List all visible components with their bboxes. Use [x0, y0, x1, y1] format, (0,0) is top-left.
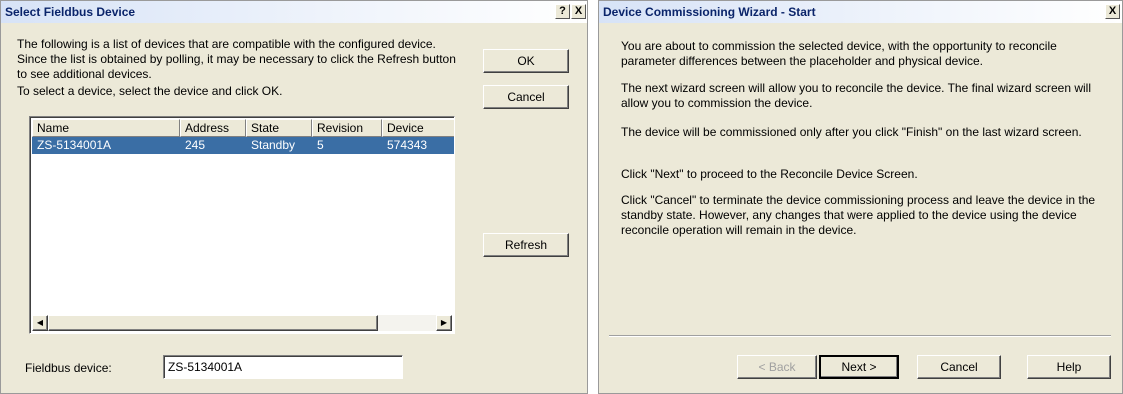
close-button[interactable]: X	[1105, 4, 1120, 19]
wizard-paragraph-1: You are about to commission the selected…	[621, 39, 1057, 68]
cell-device: 574343	[387, 138, 428, 152]
dialog-title: Device Commissioning Wizard - Start	[603, 5, 816, 19]
cell-address: 245	[185, 138, 206, 152]
title-bar[interactable]: Device Commissioning Wizard - Start X	[599, 1, 1122, 23]
help-button[interactable]: Help	[1027, 355, 1111, 379]
next-button[interactable]: Next >	[819, 355, 899, 379]
horizontal-scrollbar[interactable]: ◀ ▶	[32, 315, 452, 331]
table-row[interactable]: ZS-5134001A 245 Standby 5 574343	[32, 137, 454, 154]
column-header-device[interactable]: Device	[382, 119, 454, 137]
select-fieldbus-device-dialog: Select Fieldbus Device ? X The following…	[0, 0, 588, 394]
wizard-paragraph-4: Click "Next" to proceed to the Reconcile…	[621, 167, 918, 181]
cell-name: ZS-5134001A	[37, 138, 112, 152]
commissioning-wizard-dialog: Device Commissioning Wizard - Start X Yo…	[598, 0, 1123, 394]
footer-separator	[609, 335, 1111, 337]
scroll-right-arrow-icon[interactable]: ▶	[436, 315, 452, 331]
fieldbus-device-label: Fieldbus device:	[25, 361, 112, 375]
column-header-revision[interactable]: Revision	[312, 119, 382, 137]
cancel-button[interactable]: Cancel	[917, 355, 1001, 379]
scrollbar-thumb[interactable]	[48, 315, 378, 331]
column-header-state[interactable]: State	[246, 119, 312, 137]
instruction-text: To select a device, select the device an…	[17, 84, 283, 98]
close-button[interactable]: X	[571, 4, 586, 19]
description-text: The following is a list of devices that …	[17, 37, 456, 81]
scroll-left-arrow-icon[interactable]: ◀	[32, 315, 48, 331]
ok-button[interactable]: OK	[483, 49, 569, 73]
column-header-address[interactable]: Address	[180, 119, 246, 137]
fieldbus-device-field[interactable]: ZS-5134001A	[163, 355, 403, 379]
dialog-title: Select Fieldbus Device	[5, 5, 136, 19]
cancel-button[interactable]: Cancel	[483, 85, 569, 109]
wizard-paragraph-2: The next wizard screen will allow you to…	[621, 81, 1091, 110]
cell-state: Standby	[251, 138, 296, 152]
title-bar[interactable]: Select Fieldbus Device ? X	[1, 1, 587, 23]
refresh-button[interactable]: Refresh	[483, 233, 569, 257]
wizard-paragraph-5: Click "Cancel" to terminate the device c…	[621, 193, 1096, 237]
device-list[interactable]: Name Address State Revision Device ZS-51…	[29, 116, 455, 334]
wizard-paragraph-3: The device will be commissioned only aft…	[621, 125, 1082, 139]
help-button[interactable]: ?	[555, 4, 570, 19]
back-button[interactable]: < Back	[737, 355, 817, 379]
cell-revision: 5	[317, 138, 324, 152]
column-header-name[interactable]: Name	[32, 119, 180, 137]
